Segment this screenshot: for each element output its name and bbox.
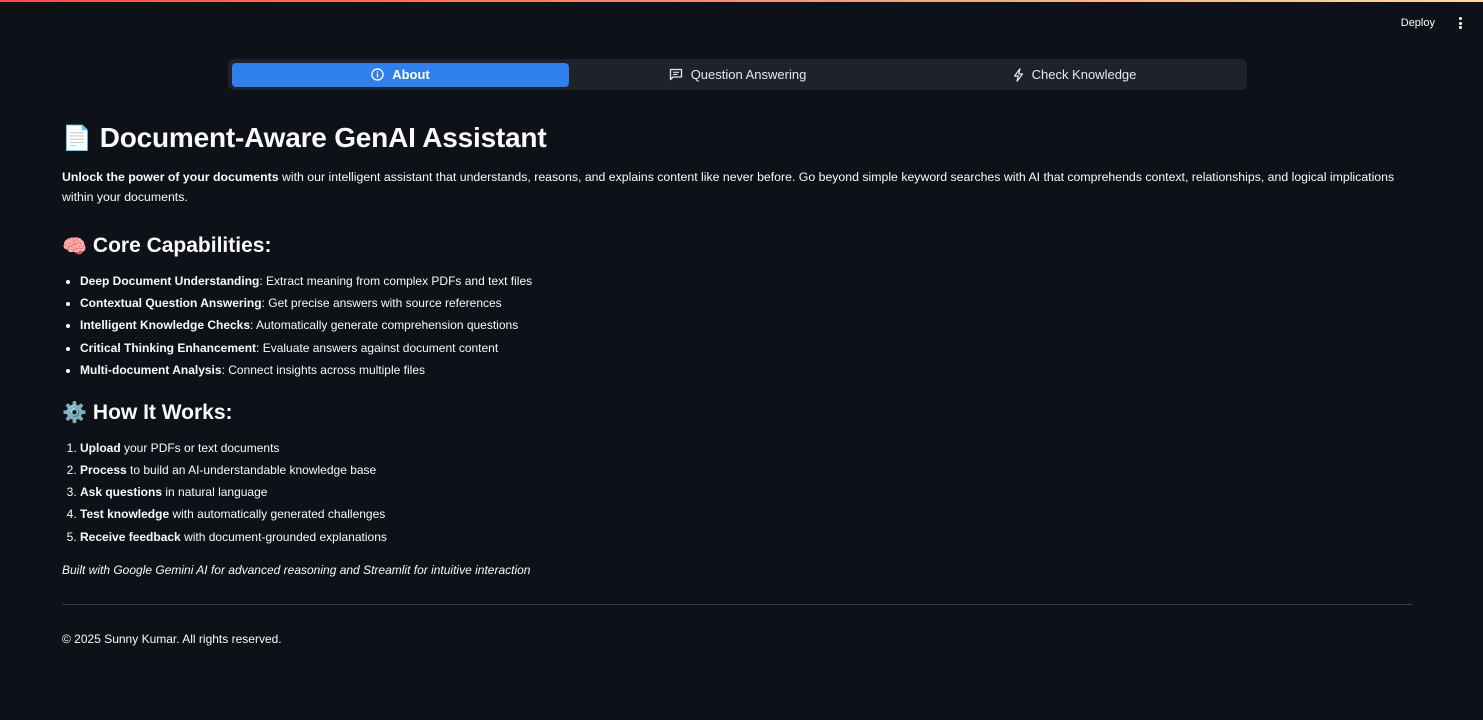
capabilities-heading: 🧠 Core Capabilities: <box>62 231 1413 261</box>
page-title: 📄 Document-Aware GenAI Assistant <box>62 118 1413 158</box>
tab-question-answering[interactable]: Question Answering <box>569 63 906 87</box>
built-with-note: Built with Google Gemini AI for advanced… <box>62 562 531 577</box>
list-item-text: in natural language <box>162 485 268 500</box>
more-vertical-icon[interactable] <box>1455 15 1465 31</box>
list-item-bold: Intelligent Knowledge Checks <box>80 318 251 333</box>
page-title-text: Document-Aware GenAI Assistant <box>99 122 547 153</box>
tab-check-knowledge[interactable]: Check Knowledge <box>906 63 1243 87</box>
list-item-text: with automatically generated challenges <box>169 507 386 522</box>
list-item: Multi-document Analysis: Connect insight… <box>80 362 1413 378</box>
main-content: 📄 Document-Aware GenAI Assistant Unlock … <box>62 118 1413 646</box>
gear-icon: ⚙️ <box>62 402 87 425</box>
document-icon: 📄 <box>62 124 92 152</box>
list-item: Process to build an AI-understandable kn… <box>80 462 1413 478</box>
list-item-bold: Multi-document Analysis <box>80 362 222 377</box>
tab-question-answering-label: Question Answering <box>690 67 807 82</box>
list-item-bold: Test knowledge <box>80 507 170 522</box>
top-accent-bar <box>0 0 1483 2</box>
how-it-works-heading: ⚙️ How It Works: <box>62 398 1413 428</box>
tab-about[interactable]: About <box>232 62 569 87</box>
capabilities-heading-text: Core Capabilities: <box>92 234 272 257</box>
list-item-bold: Receive feedback <box>80 529 181 544</box>
chat-icon <box>669 68 683 81</box>
intro-paragraph: Unlock the power of your documents with … <box>62 168 1413 207</box>
list-item-bold: Deep Document Understanding <box>80 274 260 288</box>
tab-bar: About Question Answering Check Knowledge <box>228 59 1247 90</box>
intro-bold: Unlock the power of your documents <box>62 170 279 184</box>
list-item: Critical Thinking Enhancement: Evaluate … <box>80 340 1413 356</box>
list-item-text: with document-grounded explanations <box>180 529 387 544</box>
list-item-bold: Contextual Question Answering <box>80 296 262 311</box>
list-item: Test knowledge with automatically genera… <box>80 506 1413 522</box>
list-item-bold: Critical Thinking Enhancement <box>80 340 257 355</box>
capabilities-list: Deep Document Understanding: Extract mea… <box>62 273 1413 378</box>
list-item-bold: Ask questions <box>80 485 163 500</box>
list-item: Ask questions in natural language <box>80 484 1413 500</box>
list-item-bold: Upload <box>80 440 121 455</box>
list-item-text: : Evaluate answers against document cont… <box>256 340 499 355</box>
list-item-bold: Process <box>80 462 127 477</box>
list-item: Deep Document Understanding: Extract mea… <box>80 273 1413 289</box>
list-item-text: your PDFs or text documents <box>120 440 280 455</box>
list-item-text: : Connect insights across multiple files <box>221 362 425 377</box>
list-item-text: : Automatically generate comprehension q… <box>250 318 519 333</box>
list-item-text: : Extract meaning from complex PDFs and … <box>259 274 533 288</box>
tab-check-knowledge-label: Check Knowledge <box>1031 67 1137 82</box>
list-item: Receive feedback with document-grounded … <box>80 529 1413 545</box>
list-item: Intelligent Knowledge Checks: Automatica… <box>80 317 1413 333</box>
divider <box>62 603 1413 605</box>
how-it-works-list: Upload your PDFs or text documents Proce… <box>62 440 1413 545</box>
lightning-icon <box>1013 67 1024 82</box>
list-item: Upload your PDFs or text documents <box>80 440 1413 456</box>
app-header: Deploy <box>1395 10 1465 36</box>
info-circle-icon <box>371 68 384 81</box>
list-item: Contextual Question Answering: Get preci… <box>80 295 1413 311</box>
list-item-text: : Get precise answers with source refere… <box>261 296 502 311</box>
list-item-text: to build an AI-understandable knowledge … <box>126 462 377 477</box>
how-it-works-heading-text: How It Works: <box>92 400 233 424</box>
brain-icon: 🧠 <box>62 235 87 258</box>
tab-about-label: About <box>392 67 430 82</box>
deploy-button[interactable]: Deploy <box>1395 13 1441 33</box>
copyright-text: © 2025 Sunny Kumar. All rights reserved. <box>62 631 282 646</box>
